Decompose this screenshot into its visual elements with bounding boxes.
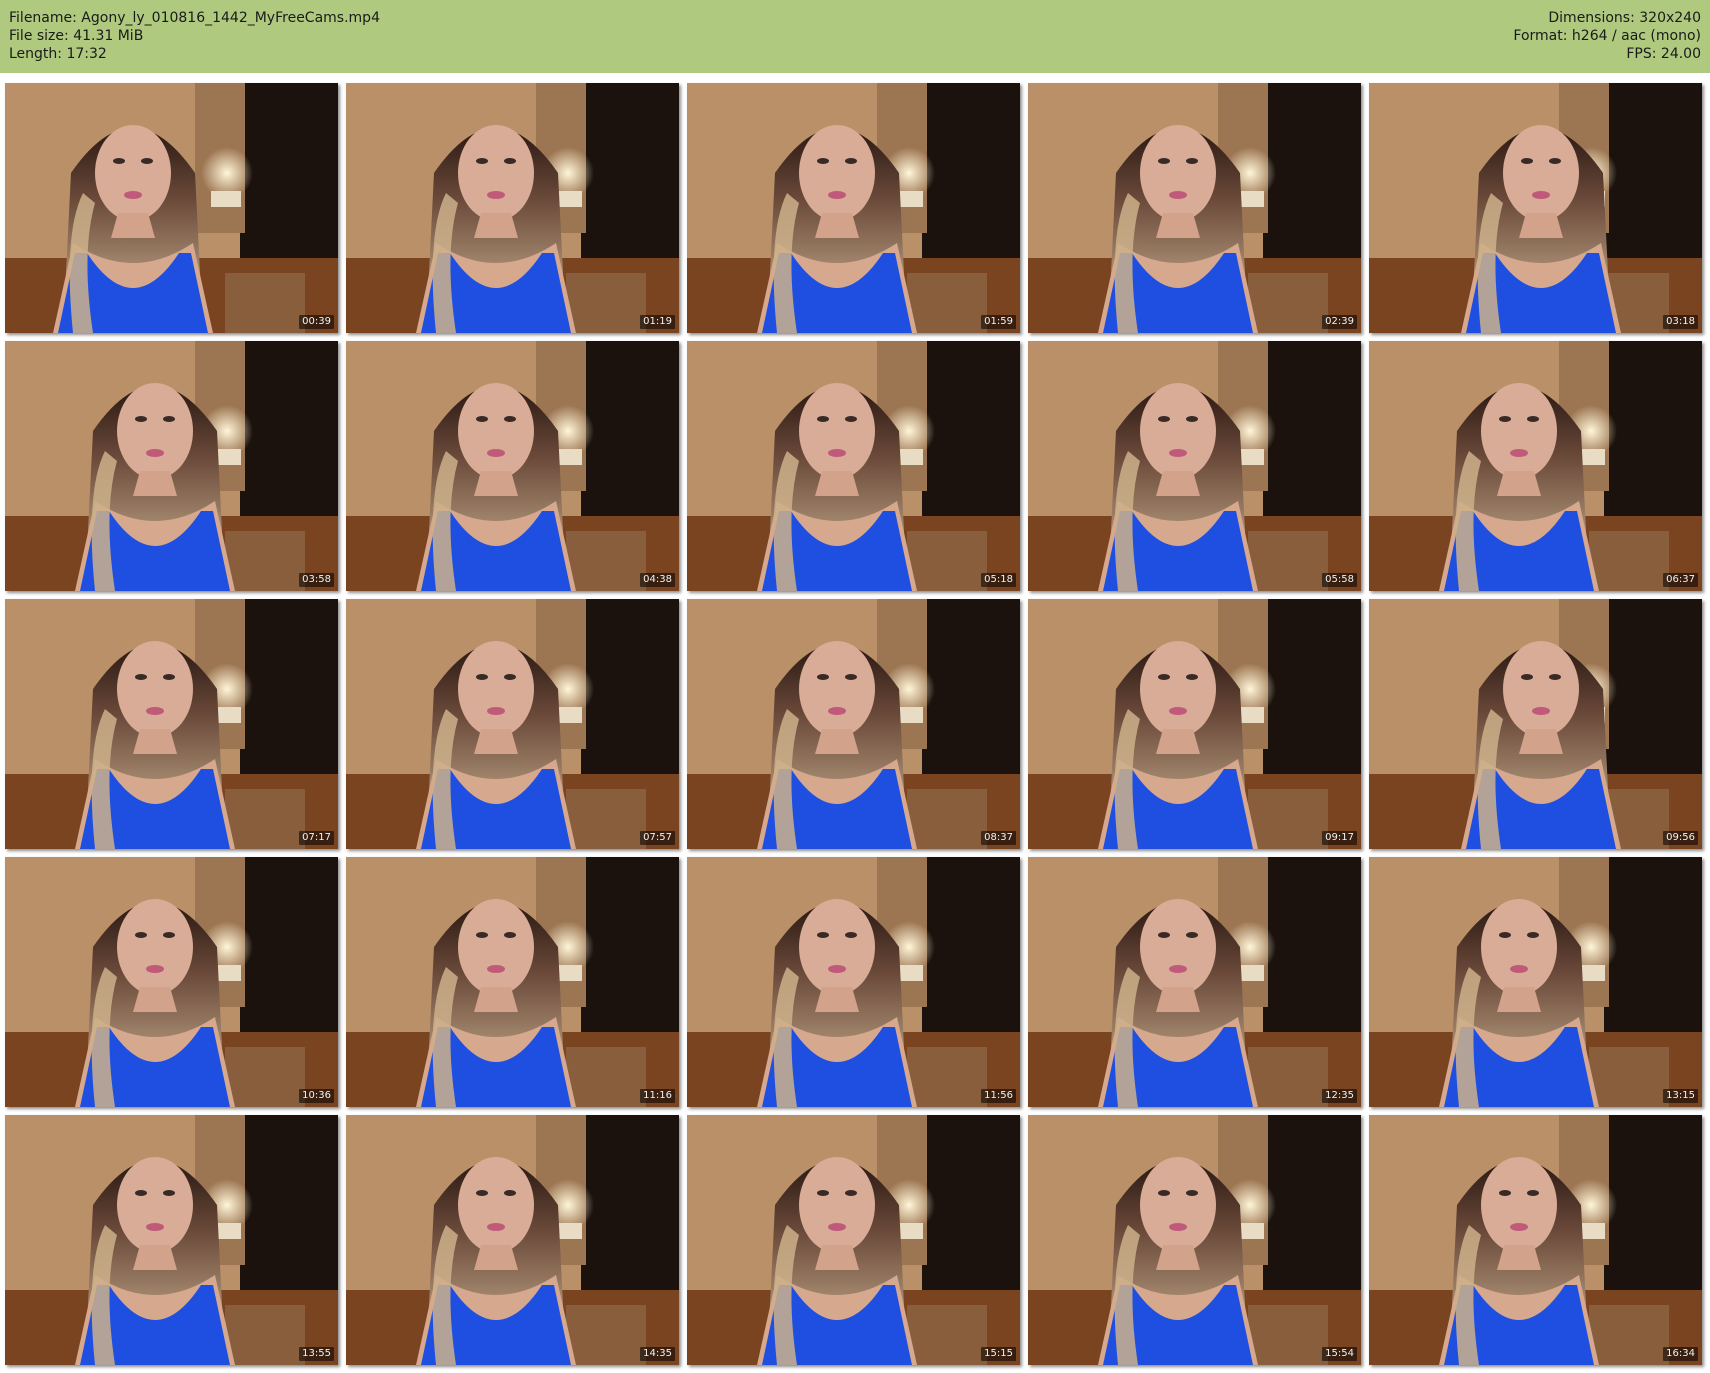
thumbnail-frame-image bbox=[1028, 857, 1361, 1107]
thumbnail-frame-image bbox=[1369, 83, 1702, 333]
video-thumbnail[interactable]: 11:56 bbox=[687, 857, 1020, 1107]
timestamp-label: 02:39 bbox=[1322, 315, 1357, 329]
timestamp-label: 03:58 bbox=[299, 573, 334, 587]
video-thumbnail[interactable]: 04:38 bbox=[346, 341, 679, 591]
timestamp-label: 00:39 bbox=[299, 315, 334, 329]
timestamp-label: 15:54 bbox=[1322, 1347, 1357, 1361]
video-thumbnail[interactable]: 16:34 bbox=[1369, 1115, 1702, 1365]
video-thumbnail[interactable]: 05:18 bbox=[687, 341, 1020, 591]
info-header: Filename: Agony_ly_010816_1442_MyFreeCam… bbox=[0, 0, 1710, 73]
timestamp-label: 01:19 bbox=[640, 315, 675, 329]
timestamp-label: 05:18 bbox=[981, 573, 1016, 587]
timestamp-label: 14:35 bbox=[640, 1347, 675, 1361]
timestamp-label: 11:56 bbox=[981, 1089, 1016, 1103]
timestamp-label: 01:59 bbox=[981, 315, 1016, 329]
thumbnail-frame-image bbox=[1028, 1115, 1361, 1365]
thumbnail-frame-image bbox=[346, 1115, 679, 1365]
thumbnail-frame-image bbox=[1028, 341, 1361, 591]
thumbnail-frame-image bbox=[1028, 599, 1361, 849]
video-thumbnail[interactable]: 15:15 bbox=[687, 1115, 1020, 1365]
thumbnail-frame-image bbox=[5, 1115, 338, 1365]
thumbnail-frame-image bbox=[687, 599, 1020, 849]
thumbnail-frame-image bbox=[1369, 599, 1702, 849]
timestamp-label: 04:38 bbox=[640, 573, 675, 587]
timestamp-label: 09:17 bbox=[1322, 831, 1357, 845]
thumbnail-frame-image bbox=[687, 341, 1020, 591]
length-text: Length: 17:32 bbox=[9, 46, 107, 62]
thumbnail-frame-image bbox=[1369, 1115, 1702, 1365]
file-size-text: File size: 41.31 MiB bbox=[9, 28, 144, 44]
thumbnail-frame-image bbox=[346, 857, 679, 1107]
video-thumbnail[interactable]: 08:37 bbox=[687, 599, 1020, 849]
thumbnail-frame-image bbox=[687, 1115, 1020, 1365]
video-thumbnail[interactable]: 02:39 bbox=[1028, 83, 1361, 333]
thumbnail-frame-image bbox=[5, 341, 338, 591]
thumbnail-frame-image bbox=[687, 857, 1020, 1107]
video-thumbnail[interactable]: 01:19 bbox=[346, 83, 679, 333]
thumbnail-frame-image bbox=[1369, 341, 1702, 591]
timestamp-label: 08:37 bbox=[981, 831, 1016, 845]
info-left: Filename: Agony_ly_010816_1442_MyFreeCam… bbox=[9, 9, 380, 63]
timestamp-label: 06:37 bbox=[1663, 573, 1698, 587]
video-thumbnail[interactable]: 00:39 bbox=[5, 83, 338, 333]
timestamp-label: 15:15 bbox=[981, 1347, 1016, 1361]
timestamp-label: 09:56 bbox=[1663, 831, 1698, 845]
thumbnail-frame-image bbox=[1369, 857, 1702, 1107]
video-thumbnail[interactable]: 09:17 bbox=[1028, 599, 1361, 849]
thumbnail-frame-image bbox=[5, 599, 338, 849]
info-right: Dimensions: 320x240 Format: h264 / aac (… bbox=[1513, 9, 1701, 63]
timestamp-label: 13:15 bbox=[1663, 1089, 1698, 1103]
timestamp-label: 03:18 bbox=[1663, 315, 1698, 329]
timestamp-label: 16:34 bbox=[1663, 1347, 1698, 1361]
timestamp-label: 05:58 bbox=[1322, 573, 1357, 587]
thumbnail-frame-image bbox=[346, 83, 679, 333]
timestamp-label: 07:17 bbox=[299, 831, 334, 845]
video-thumbnail[interactable]: 12:35 bbox=[1028, 857, 1361, 1107]
video-thumbnail[interactable]: 03:18 bbox=[1369, 83, 1702, 333]
fps-text: FPS: 24.00 bbox=[1626, 46, 1701, 62]
video-thumbnail[interactable]: 14:35 bbox=[346, 1115, 679, 1365]
thumbnail-frame-image bbox=[687, 83, 1020, 333]
dimensions-text: Dimensions: 320x240 bbox=[1548, 10, 1701, 26]
video-thumbnail[interactable]: 13:55 bbox=[5, 1115, 338, 1365]
video-thumbnail[interactable]: 01:59 bbox=[687, 83, 1020, 333]
video-thumbnail[interactable]: 09:56 bbox=[1369, 599, 1702, 849]
thumbnail-frame-image bbox=[346, 341, 679, 591]
video-thumbnail[interactable]: 10:36 bbox=[5, 857, 338, 1107]
timestamp-label: 07:57 bbox=[640, 831, 675, 845]
video-thumbnail[interactable]: 15:54 bbox=[1028, 1115, 1361, 1365]
timestamp-label: 13:55 bbox=[299, 1347, 334, 1361]
timestamp-label: 11:16 bbox=[640, 1089, 675, 1103]
thumbnail-grid: 00:39 01:19 01:59 02:39 03:18 03:58 04:3… bbox=[5, 83, 1702, 1365]
thumbnail-frame-image bbox=[346, 599, 679, 849]
timestamp-label: 12:35 bbox=[1322, 1089, 1357, 1103]
video-thumbnail[interactable]: 13:15 bbox=[1369, 857, 1702, 1107]
thumbnail-frame-image bbox=[5, 857, 338, 1107]
video-thumbnail[interactable]: 07:17 bbox=[5, 599, 338, 849]
video-thumbnail[interactable]: 11:16 bbox=[346, 857, 679, 1107]
thumbnail-frame-image bbox=[5, 83, 338, 333]
video-thumbnail[interactable]: 05:58 bbox=[1028, 341, 1361, 591]
video-thumbnail[interactable]: 07:57 bbox=[346, 599, 679, 849]
thumbnail-frame-image bbox=[1028, 83, 1361, 333]
video-thumbnail[interactable]: 06:37 bbox=[1369, 341, 1702, 591]
format-text: Format: h264 / aac (mono) bbox=[1513, 28, 1701, 44]
filename-text: Filename: Agony_ly_010816_1442_MyFreeCam… bbox=[9, 10, 380, 26]
timestamp-label: 10:36 bbox=[299, 1089, 334, 1103]
video-thumbnail[interactable]: 03:58 bbox=[5, 341, 338, 591]
